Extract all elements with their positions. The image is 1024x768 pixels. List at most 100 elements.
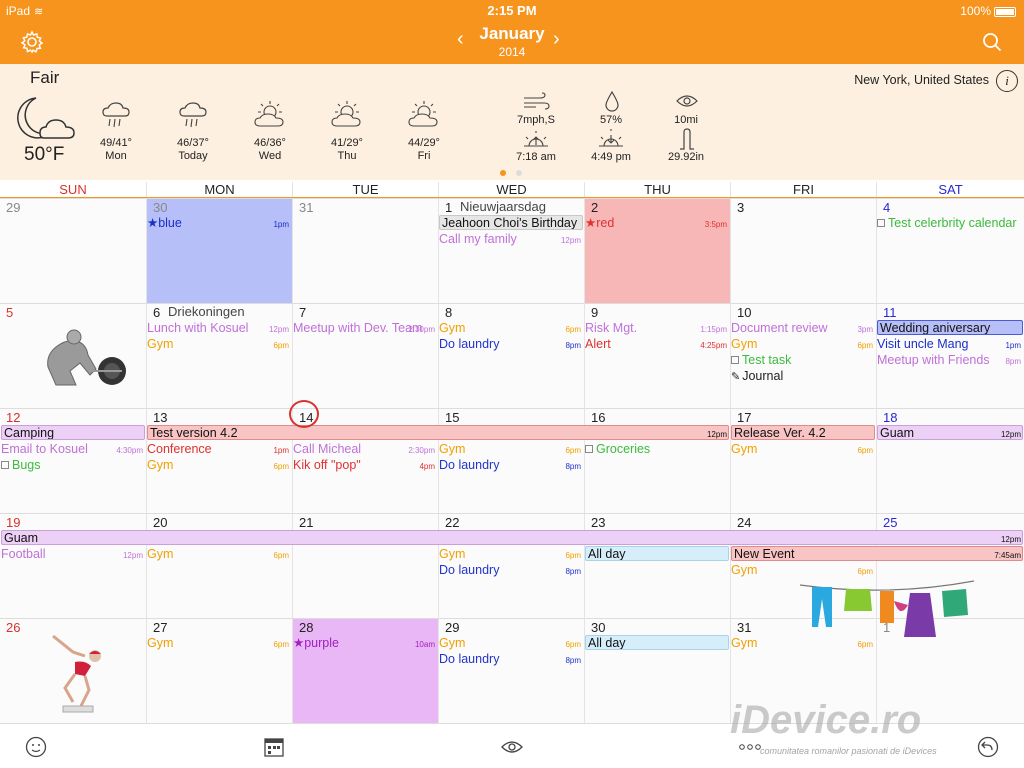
- event-item[interactable]: Gym: [147, 457, 289, 473]
- event-item[interactable]: Test celerbrity calendar: [877, 215, 1021, 231]
- pressure-value: 29.92in: [667, 151, 705, 163]
- weightlifter-sticker-icon: [47, 329, 126, 386]
- event-item[interactable]: Gym: [439, 635, 581, 651]
- next-month-chevron-icon[interactable]: ›: [553, 28, 560, 51]
- all-day-event[interactable]: All day: [585, 546, 729, 561]
- eye-icon[interactable]: [501, 740, 523, 754]
- day-cell[interactable]: 3: [730, 198, 876, 303]
- event-time: 6pm: [565, 551, 581, 560]
- holiday-label[interactable]: Nieuwjaarsdag: [460, 199, 546, 215]
- day-number: 12: [6, 410, 21, 425]
- event-item[interactable]: Visit uncle Mang: [877, 336, 1021, 352]
- day-cell[interactable]: 23: [584, 513, 730, 618]
- event-item[interactable]: Gym: [731, 441, 873, 457]
- more-dots-icon[interactable]: [738, 742, 762, 752]
- event-item[interactable]: Lunch with Kosuel: [147, 320, 289, 336]
- event-item[interactable]: Football: [1, 546, 143, 562]
- day-cell[interactable]: 19: [0, 513, 146, 618]
- undo-icon[interactable]: [977, 736, 999, 758]
- event-item[interactable]: Gym: [147, 546, 289, 562]
- day-cell[interactable]: 4: [876, 198, 1024, 303]
- new-event[interactable]: New Event: [731, 546, 1023, 561]
- event-item[interactable]: Gym: [439, 546, 581, 562]
- guam-event[interactable]: Guam: [1, 530, 1023, 545]
- event-item[interactable]: Do laundry: [439, 562, 581, 578]
- day-cell[interactable]: 31: [292, 198, 438, 303]
- event-item[interactable]: ★blue: [147, 215, 289, 231]
- day-cell[interactable]: 9: [584, 303, 730, 408]
- event-item[interactable]: ✎ Journal: [731, 368, 873, 384]
- test-version-event[interactable]: Test version 4.2: [147, 425, 729, 440]
- event-item[interactable]: Call my family: [439, 231, 581, 247]
- birthday-event[interactable]: Jeahoon Choi's Birthday: [439, 215, 583, 230]
- page-dot[interactable]: [516, 170, 522, 176]
- event-time: 10am: [414, 640, 435, 649]
- event-item[interactable]: Do laundry: [439, 336, 581, 352]
- event-item[interactable]: Document review: [731, 320, 873, 336]
- event-item[interactable]: Conference: [147, 441, 289, 457]
- checkbox-icon[interactable]: [731, 356, 739, 364]
- wedding-event[interactable]: Wedding aniversary: [877, 320, 1023, 335]
- day-number: 23: [591, 515, 606, 530]
- event-item[interactable]: Meetup with Friends: [877, 352, 1021, 368]
- day-cell[interactable]: 29: [0, 198, 146, 303]
- battery-label: 100%: [960, 4, 991, 18]
- event-item[interactable]: Gym: [731, 336, 873, 352]
- month-title[interactable]: January: [0, 24, 1024, 44]
- checkbox-icon[interactable]: [1, 461, 9, 469]
- event-title: Gym: [731, 563, 758, 577]
- page-dot-active[interactable]: [500, 170, 506, 176]
- event-item[interactable]: Gym: [147, 336, 289, 352]
- event-title: Groceries: [596, 442, 651, 456]
- all-day-event[interactable]: All day: [585, 635, 729, 650]
- day-number: 24: [737, 515, 752, 530]
- event-time: 3:5pm: [704, 220, 727, 229]
- day-cell[interactable]: 16: [584, 408, 730, 513]
- event-item[interactable]: Gym: [439, 441, 581, 457]
- calendar-icon[interactable]: [263, 736, 285, 758]
- event-time: 8pm: [565, 656, 581, 665]
- day-cell[interactable]: 27: [146, 618, 292, 723]
- day-number: 8: [445, 305, 453, 320]
- event-item[interactable]: Do laundry: [439, 457, 581, 473]
- day-cell[interactable]: 18: [876, 408, 1024, 513]
- day-cell[interactable]: 7: [292, 303, 438, 408]
- event-title: Do laundry: [439, 458, 500, 472]
- day-cell[interactable]: 29: [438, 618, 584, 723]
- event-item[interactable]: Gym: [147, 635, 289, 651]
- weekday-thu: THU: [584, 182, 730, 197]
- day-cell[interactable]: 17: [730, 408, 876, 513]
- day-number: 1: [445, 200, 453, 215]
- smiley-icon[interactable]: [25, 736, 47, 758]
- day-cell[interactable]: 30: [146, 198, 292, 303]
- weather-location[interactable]: New York, United States: [854, 73, 989, 87]
- event-item[interactable]: ★purple: [293, 635, 435, 651]
- event-item[interactable]: Groceries: [585, 441, 727, 457]
- release-event[interactable]: Release Ver. 4.2: [731, 425, 875, 440]
- day-number: 15: [445, 410, 460, 425]
- year-title: 2014: [498, 45, 526, 59]
- weather-panel[interactable]: Fair 50°F 49/41° Mon 46/37° Today 46/36°…: [0, 64, 1024, 180]
- day-cell[interactable]: 8: [438, 303, 584, 408]
- event-time: 4:25pm: [700, 341, 727, 350]
- checkbox-icon[interactable]: [877, 219, 885, 227]
- event-item[interactable]: Gym: [439, 320, 581, 336]
- day-cell[interactable]: 2: [584, 198, 730, 303]
- checkbox-icon[interactable]: [585, 445, 593, 453]
- day-cell[interactable]: 20: [146, 513, 292, 618]
- day-number: 11: [883, 305, 897, 320]
- search-icon[interactable]: [982, 32, 1002, 52]
- event-item[interactable]: Kik off "pop": [293, 457, 435, 473]
- sunrise-icon: [524, 131, 548, 147]
- day-cell[interactable]: 21: [292, 513, 438, 618]
- info-icon[interactable]: i: [996, 70, 1018, 92]
- event-item[interactable]: Test task: [731, 352, 873, 368]
- day-cell[interactable]: 30: [584, 618, 730, 723]
- camping-event[interactable]: Camping: [1, 425, 145, 440]
- event-item[interactable]: Do laundry: [439, 651, 581, 667]
- event-item[interactable]: Bugs: [1, 457, 143, 473]
- day-number: 18: [883, 410, 898, 425]
- event-time: 12pm: [268, 325, 289, 334]
- holiday-label[interactable]: Driekoningen: [168, 304, 245, 320]
- day-cell[interactable]: 28: [292, 618, 438, 723]
